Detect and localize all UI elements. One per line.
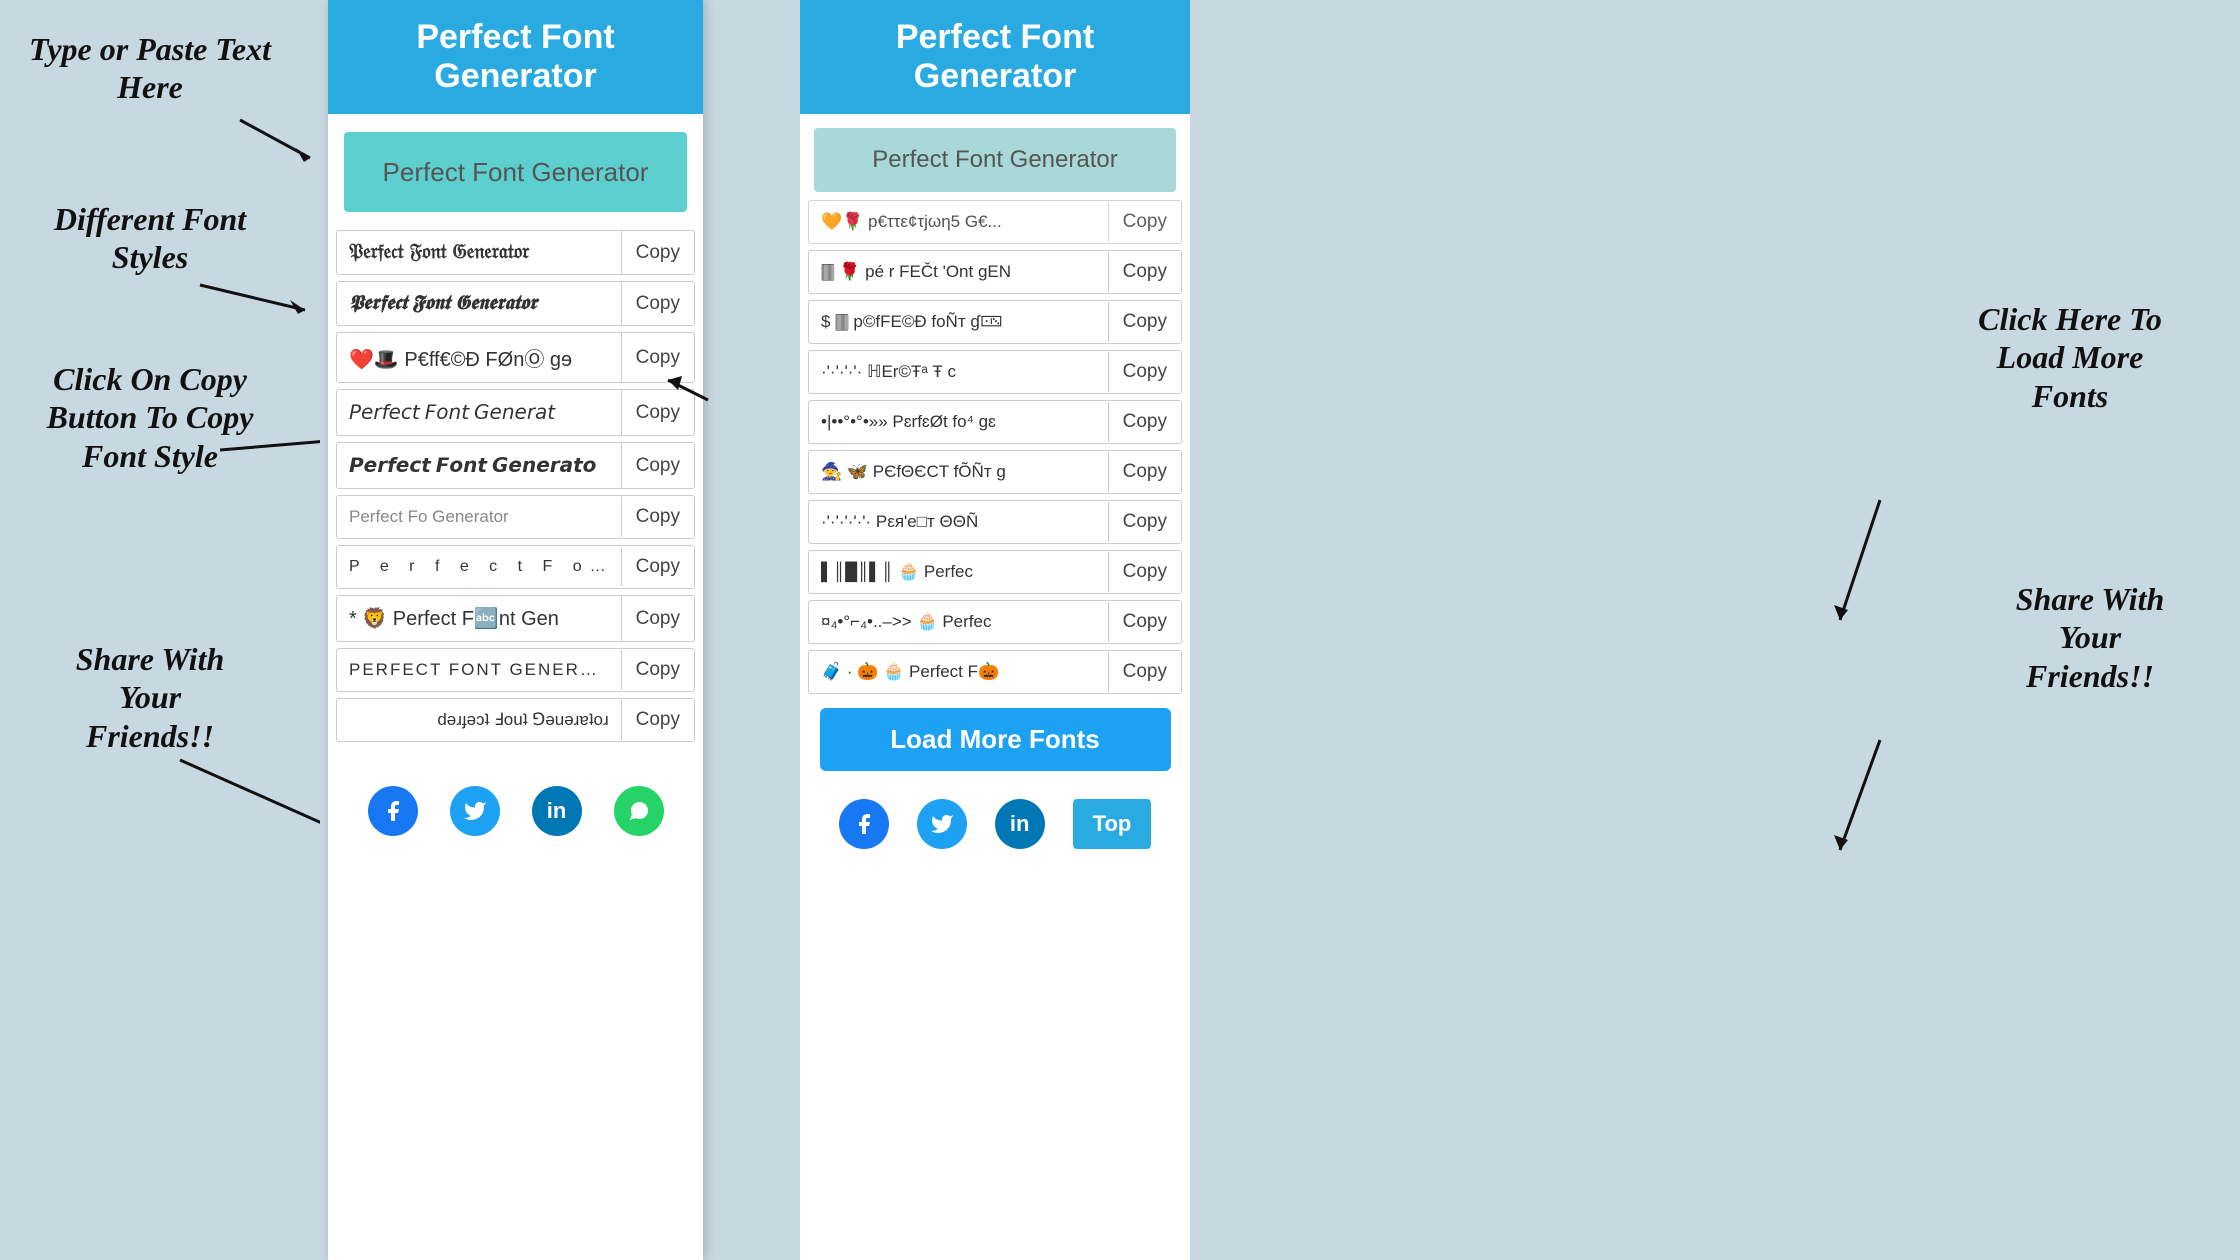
copy-button[interactable]: Copy — [622, 445, 694, 487]
copy-button[interactable]: Copy — [622, 546, 694, 588]
font-row: $ 🀫 p©fFE©Ð foÑт ɠ🀻 Copy — [808, 300, 1182, 344]
linkedin-share-button[interactable]: in — [532, 786, 582, 836]
font-row: ɹoʇɐɹǝuǝ⅁ ʇuoℲ ʇɔǝɟɹǝd Copy — [336, 698, 695, 742]
right-input-area[interactable]: Perfect Font Generator — [814, 128, 1176, 192]
right-phone-panel: Perfect Font Generator Perfect Font Gene… — [800, 0, 1190, 1260]
copy-button[interactable]: Copy — [1109, 351, 1181, 393]
font-text: $ 🀫 p©fFE©Ð foÑт ɠ🀻 — [809, 302, 1109, 342]
top-button[interactable]: Top — [1073, 799, 1152, 849]
font-row: 𝕻𝖊𝖗𝖋𝖊𝖈𝖙 𝕱𝖔𝖓𝖙 𝕲𝖊𝖓𝖊𝖗𝖆𝖙𝖔𝖗 Copy — [336, 281, 695, 326]
right-input-placeholder: Perfect Font Generator — [872, 146, 1117, 173]
copy-button[interactable]: Copy — [622, 392, 694, 434]
font-text: 🧳 · 🎃 🧁 Perfect F🎃 — [809, 652, 1109, 692]
font-text: ▌║█║▌║ 🧁 Perfec — [809, 552, 1109, 592]
left-phone-panel: Perfect Font Generator Perfect Font Gene… — [328, 0, 703, 1260]
font-text: ·'·'·'·'·'· Pεя'е□т ΘΘÑ — [809, 502, 1109, 542]
copy-button[interactable]: Copy — [622, 283, 694, 325]
font-text: P e r f e c t F o n t — [337, 548, 622, 586]
text-input-area[interactable]: Perfect Font Generator — [344, 132, 687, 212]
copy-button[interactable]: Copy — [1109, 201, 1181, 243]
font-row: ▌║█║▌║ 🧁 Perfec Copy — [808, 550, 1182, 594]
font-list-left: 𝔓𝔢𝔯𝔣𝔢𝔠𝔱 𝔉𝔬𝔫𝔱 𝔊𝔢𝔫𝔢𝔯𝔞𝔱𝔬𝔯 Copy 𝕻𝖊𝖗𝖋𝖊𝖈𝖙 𝕱𝖔𝖓𝖙… — [328, 230, 703, 742]
font-text: 🧡🌹 p€ττε¢τjωη5 G€... — [809, 202, 1109, 242]
share-bar-right: in Top — [800, 785, 1190, 863]
font-text: * 🦁 Perfect F🔤nt Gen — [337, 596, 622, 641]
font-text: 🧙 🦋 ΡЄfΘЄCT fÕÑт g — [809, 452, 1109, 492]
left-panel-header: Perfect Font Generator — [328, 0, 703, 114]
copy-button[interactable]: Copy — [622, 337, 694, 379]
font-text: ɹoʇɐɹǝuǝ⅁ ʇuoℲ ʇɔǝɟɹǝd — [337, 700, 622, 740]
font-row: ¤₄•°⌐₄•..–>> 🧁 Perfec Copy — [808, 600, 1182, 644]
font-row: •|••°•°•»» PɛrfɛØt fo⁴ gɛ Copy — [808, 400, 1182, 444]
font-row: ❤️🎩 P€ff€©Ð FØnⓄ gɘ Copy — [336, 332, 695, 383]
copy-button[interactable]: Copy — [1109, 301, 1181, 343]
right-font-list: 🧡🌹 p€ττε¢τjωη5 G€... Copy 🀫 🌹 pé r FEČt … — [800, 200, 1190, 694]
copy-button[interactable]: Copy — [1109, 451, 1181, 493]
font-row: PERFECT FONT GENERATOR Copy — [336, 648, 695, 692]
font-row: 𝔓𝔢𝔯𝔣𝔢𝔠𝔱 𝔉𝔬𝔫𝔱 𝔊𝔢𝔫𝔢𝔯𝔞𝔱𝔬𝔯 Copy — [336, 230, 695, 275]
copy-button[interactable]: Copy — [1109, 551, 1181, 593]
font-text: ❤️🎩 P€ff€©Ð FØnⓄ gɘ — [337, 333, 622, 382]
font-text: 𝙋𝙚𝙧𝙛𝙚𝙘𝙩 𝙁𝙤𝙣𝙩 𝙂𝙚𝙣𝙚𝙧𝙖𝙩𝙤 — [337, 443, 622, 488]
font-text: 𝔓𝔢𝔯𝔣𝔢𝔠𝔱 𝔉𝔬𝔫𝔱 𝔊𝔢𝔫𝔢𝔯𝔞𝔱𝔬𝔯 — [337, 231, 622, 274]
font-text: ·'·'·'·'· ℍEr©Ŧᵃ Ŧ c — [809, 352, 1109, 392]
copy-button[interactable]: Copy — [1109, 651, 1181, 693]
input-placeholder-text: Perfect Font Generator — [383, 157, 649, 188]
share-bar-left: in — [328, 766, 703, 852]
facebook-share-button[interactable] — [368, 786, 418, 836]
font-text: 𝘗𝘦𝘳𝘧𝘦𝘤𝘵 𝘍𝘰𝘯𝘵 𝘎𝘦𝘯𝘦𝘳𝘢𝘵 — [337, 390, 622, 435]
font-row: 𝙋𝙚𝙧𝙛𝙚𝙘𝙩 𝙁𝙤𝙣𝙩 𝙂𝙚𝙣𝙚𝙧𝙖𝙩𝙤 Copy — [336, 442, 695, 489]
font-row: 🧳 · 🎃 🧁 Perfect F🎃 Copy — [808, 650, 1182, 694]
copy-button[interactable]: Copy — [1109, 601, 1181, 643]
copy-button[interactable]: Copy — [622, 649, 694, 691]
copy-button[interactable]: Copy — [1109, 501, 1181, 543]
font-text: PERFECT FONT GENERATOR — [337, 650, 622, 690]
load-more-button[interactable]: Load More Fonts — [820, 708, 1171, 771]
font-text: 🀫 🌹 pé r FEČt 'Ont gEN — [809, 252, 1109, 292]
font-row: 🧡🌹 p€ττε¢τjωη5 G€... Copy — [808, 200, 1182, 244]
font-text: •|••°•°•»» PɛrfɛØt fo⁴ gɛ — [809, 402, 1109, 442]
facebook-share-button-right[interactable] — [839, 799, 889, 849]
font-row: 🀫 🌹 pé r FEČt 'Ont gEN Copy — [808, 250, 1182, 294]
twitter-share-button-right[interactable] — [917, 799, 967, 849]
font-row: ·'·'·'·'· ℍEr©Ŧᵃ Ŧ c Copy — [808, 350, 1182, 394]
font-row: * 🦁 Perfect F🔤nt Gen Copy — [336, 595, 695, 642]
right-panel-title: Perfect Font Generator — [820, 18, 1170, 96]
copy-button[interactable]: Copy — [622, 699, 694, 741]
font-text: ¤₄•°⌐₄•..–>> 🧁 Perfec — [809, 602, 1109, 642]
copy-button[interactable]: Copy — [622, 232, 694, 274]
font-row: Perfect Fo Generator Copy — [336, 495, 695, 539]
font-row: ·'·'·'·'·'· Pεя'е□т ΘΘÑ Copy — [808, 500, 1182, 544]
copy-button[interactable]: Copy — [1109, 401, 1181, 443]
font-row: 🧙 🦋 ΡЄfΘЄCT fÕÑт g Copy — [808, 450, 1182, 494]
font-row: 𝘗𝘦𝘳𝘧𝘦𝘤𝘵 𝘍𝘰𝘯𝘵 𝘎𝘦𝘯𝘦𝘳𝘢𝘵 Copy — [336, 389, 695, 436]
linkedin-share-button-right[interactable]: in — [995, 799, 1045, 849]
font-text: Perfect Fo Generator — [337, 497, 622, 537]
copy-button[interactable]: Copy — [622, 598, 694, 640]
font-row: P e r f e c t F o n t Copy — [336, 545, 695, 589]
right-panel-header: Perfect Font Generator — [800, 0, 1190, 114]
font-text: 𝕻𝖊𝖗𝖋𝖊𝖈𝖙 𝕱𝖔𝖓𝖙 𝕲𝖊𝖓𝖊𝖗𝖆𝖙𝖔𝖗 — [337, 282, 622, 325]
whatsapp-share-button[interactable] — [614, 786, 664, 836]
twitter-share-button[interactable] — [450, 786, 500, 836]
copy-button[interactable]: Copy — [622, 496, 694, 538]
copy-button[interactable]: Copy — [1109, 251, 1181, 293]
left-panel-title: Perfect Font Generator — [348, 18, 683, 96]
